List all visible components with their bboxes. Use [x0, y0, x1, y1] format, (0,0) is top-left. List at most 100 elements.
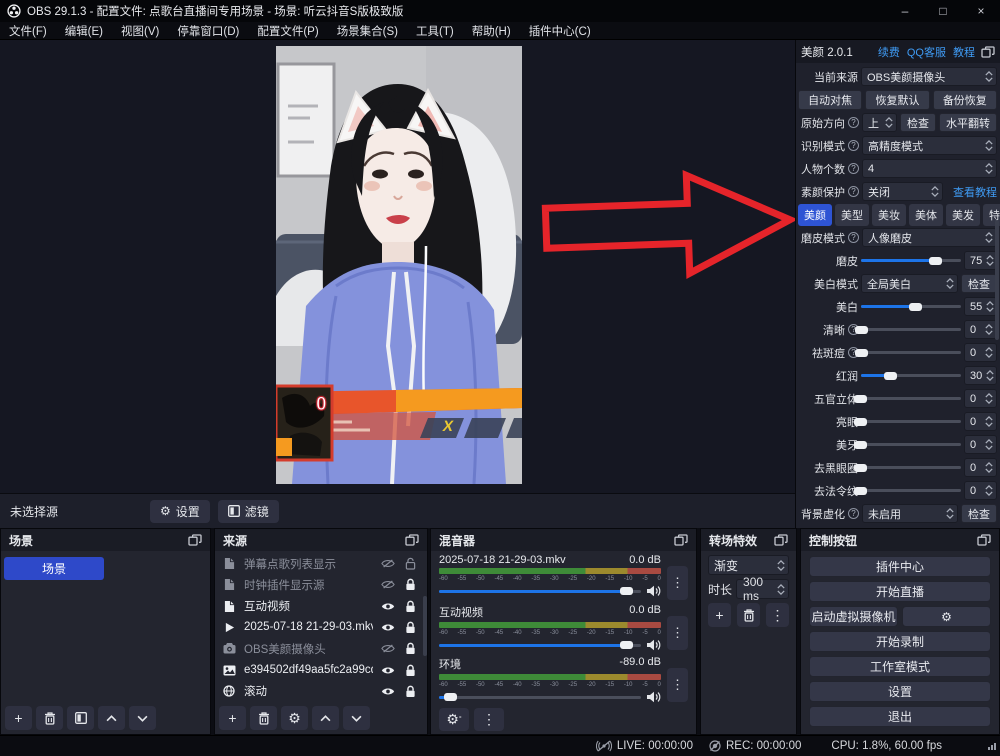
- start-streaming-button[interactable]: 开始直播: [809, 581, 991, 602]
- help-icon[interactable]: [848, 508, 859, 519]
- popout-icon[interactable]: [188, 534, 202, 546]
- current-source-select[interactable]: OBS美颜摄像头: [861, 67, 997, 86]
- transition-select[interactable]: 渐变: [708, 555, 789, 575]
- help-icon[interactable]: [848, 232, 859, 243]
- source-row[interactable]: 2025-07-18 21-29-03.mkv: [215, 617, 424, 638]
- menu-item-file[interactable]: 文件(F): [0, 23, 56, 39]
- rosy-slider[interactable]: [861, 369, 961, 383]
- menu-item-view[interactable]: 视图(V): [112, 23, 168, 39]
- scene-up-button[interactable]: [98, 706, 125, 730]
- lock-icon[interactable]: [403, 600, 417, 613]
- whiten-slider[interactable]: [861, 300, 961, 314]
- tab-makeup[interactable]: 美妆: [872, 204, 906, 226]
- lock-icon[interactable]: [403, 578, 417, 591]
- lock-icon[interactable]: [403, 664, 417, 677]
- source-row[interactable]: 弹幕点歌列表显示: [215, 553, 424, 574]
- backup-restore-button[interactable]: 备份恢复: [933, 90, 997, 110]
- add-source-button[interactable]: +: [219, 706, 246, 730]
- view-tutorial-link[interactable]: 查看教程: [953, 184, 997, 200]
- eye-icon[interactable]: [381, 623, 395, 632]
- source-filters-button[interactable]: 滤镜: [218, 500, 279, 523]
- source-row[interactable]: OBS美颜摄像头: [215, 638, 424, 659]
- clarity-value-stepper[interactable]: 0: [964, 320, 997, 339]
- features-3d-value-stepper[interactable]: 0: [964, 389, 997, 408]
- advanced-audio-button[interactable]: ⚙°: [439, 708, 469, 731]
- horizontal-flip-button[interactable]: 水平翻转: [939, 113, 997, 132]
- face-protect-select[interactable]: 关闭: [862, 182, 943, 201]
- tab-hair[interactable]: 美发: [946, 204, 980, 226]
- eye-slash-icon[interactable]: [381, 644, 395, 653]
- features-3d-slider[interactable]: [861, 392, 961, 406]
- source-row[interactable]: e394502df49aa5fc2a99cd2e7c: [215, 659, 424, 680]
- volume-slider[interactable]: [439, 584, 641, 597]
- eye-icon[interactable]: [381, 666, 395, 675]
- whiten-mode-select[interactable]: 全局美白: [861, 274, 958, 293]
- close-button[interactable]: ×: [962, 0, 1000, 22]
- volume-slider[interactable]: [439, 638, 641, 651]
- speaker-icon[interactable]: [646, 585, 661, 597]
- eye-icon[interactable]: [381, 687, 395, 696]
- speaker-icon[interactable]: [646, 639, 661, 651]
- eye-icon[interactable]: [381, 602, 395, 611]
- qq-support-link[interactable]: QQ客服: [907, 44, 946, 60]
- volume-slider[interactable]: [439, 690, 641, 703]
- transition-menu-button[interactable]: ⋮: [766, 603, 789, 627]
- webcam-preview[interactable]: 0 X: [276, 46, 522, 484]
- settings-button[interactable]: 设置: [809, 681, 991, 702]
- mixer-menu-button[interactable]: ⋮: [474, 708, 504, 731]
- autofocus-button[interactable]: 自动对焦: [798, 90, 862, 110]
- popout-icon[interactable]: [977, 534, 991, 546]
- popout-icon[interactable]: [774, 534, 788, 546]
- smooth-value-stepper[interactable]: 75: [964, 251, 997, 270]
- popout-icon[interactable]: [981, 46, 995, 58]
- smooth-slider[interactable]: [861, 254, 961, 268]
- dark-circles-slider[interactable]: [861, 461, 961, 475]
- add-scene-button[interactable]: +: [5, 706, 32, 730]
- tab-body[interactable]: 美体: [909, 204, 943, 226]
- start-virtual-camera-button[interactable]: 启动虚拟摄像机: [809, 606, 898, 627]
- popout-icon[interactable]: [674, 534, 688, 546]
- stepper-arrows-icon[interactable]: [773, 584, 788, 595]
- blemish-value-stepper[interactable]: 0: [964, 343, 997, 362]
- studio-mode-button[interactable]: 工作室模式: [809, 656, 991, 677]
- duration-stepper[interactable]: 300 ms: [736, 579, 789, 599]
- channel-menu-button[interactable]: ⋮: [667, 668, 688, 702]
- source-properties-gear-button[interactable]: ⚙: [281, 706, 308, 730]
- renew-link[interactable]: 续费: [878, 44, 900, 60]
- eye-slash-icon[interactable]: [381, 580, 395, 589]
- source-down-button[interactable]: [343, 706, 370, 730]
- tutorial-link[interactable]: 教程: [953, 44, 975, 60]
- eye-slash-icon[interactable]: [381, 559, 395, 568]
- blemish-slider[interactable]: [862, 346, 961, 360]
- source-up-button[interactable]: [312, 706, 339, 730]
- minimize-button[interactable]: –: [886, 0, 924, 22]
- tab-beauty[interactable]: 美颜: [798, 204, 832, 226]
- whiten-check-button[interactable]: 检查: [961, 274, 997, 293]
- orientation-select[interactable]: 上: [862, 113, 897, 132]
- menu-item-help[interactable]: 帮助(H): [463, 23, 520, 39]
- scene-item-selected[interactable]: 场景: [4, 557, 104, 580]
- channel-menu-button[interactable]: ⋮: [667, 566, 688, 600]
- lock-icon[interactable]: [403, 685, 417, 698]
- speaker-icon[interactable]: [646, 691, 661, 703]
- source-row[interactable]: 时钟插件显示源: [215, 574, 424, 595]
- clarity-slider[interactable]: [862, 323, 961, 337]
- menu-item-plugin-center[interactable]: 插件中心(C): [520, 23, 600, 39]
- lock-open-icon[interactable]: [403, 557, 417, 570]
- beauty-panel-scrollbar[interactable]: [995, 220, 999, 340]
- add-transition-button[interactable]: +: [708, 603, 731, 627]
- help-icon[interactable]: [848, 186, 859, 197]
- background-blur-select[interactable]: 未启用: [862, 504, 958, 523]
- whiten-value-stepper[interactable]: 55: [964, 297, 997, 316]
- virtual-camera-settings-button[interactable]: ⚙: [902, 606, 991, 627]
- orientation-check-button[interactable]: 检查: [900, 113, 936, 132]
- smooth-mode-select[interactable]: 人像磨皮: [862, 228, 997, 247]
- person-count-stepper[interactable]: 4: [862, 159, 997, 178]
- stepper-arrows-icon[interactable]: [981, 163, 996, 174]
- lock-icon[interactable]: [403, 621, 417, 634]
- start-recording-button[interactable]: 开始录制: [809, 631, 991, 652]
- teeth-slider[interactable]: [861, 438, 961, 452]
- rosy-value-stepper[interactable]: 30: [964, 366, 997, 385]
- lock-icon[interactable]: [403, 642, 417, 655]
- maximize-button[interactable]: □: [924, 0, 962, 22]
